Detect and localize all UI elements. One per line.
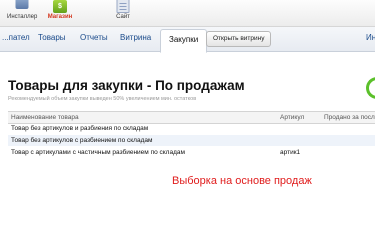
product-name[interactable]: Товар без артикулов и разбиения по склад… [11,125,148,132]
table-row[interactable]: Товар без артикулов с разбиением по скла… [8,135,375,146]
table-row[interactable]: Товар с артикулами с частичным разбиение… [8,147,375,158]
loading-indicator-icon [366,77,375,99]
annotation-text: Выборка на основе продаж [172,175,312,187]
product-name[interactable]: Товар без артикулов с разбиением по скла… [11,137,152,144]
tab-settings[interactable]: ...пател [2,33,30,42]
open-showcase-button[interactable]: Открыть витрину [206,31,272,47]
app-store[interactable]: $ Магазин [44,0,76,26]
app-store-label: Магазин [47,14,73,20]
site-icon [116,0,130,13]
tab-integration[interactable]: Инте [366,33,375,42]
product-name[interactable]: Товар с артикулами с частичным разбиение… [11,149,185,156]
tab-reports[interactable]: Отчеты [80,33,108,42]
store-icon: $ [53,0,67,13]
installer-icon [15,0,29,9]
nav-tabs: ...пател Товары Отчеты Витрина Закупки О… [0,27,375,53]
tab-showcase[interactable]: Витрина [120,33,151,42]
column-header-article[interactable]: Артикул [280,114,304,121]
tab-products[interactable]: Товары [38,33,66,42]
app-installer[interactable]: Инсталлер [7,0,37,26]
app-toolbar: Инсталлер $ Магазин Сайт [0,0,375,27]
app-installer-label: Инсталлер [7,14,38,20]
page-subtitle: Рекомендуемый объем закупки выведен 50% … [8,96,197,102]
app-site[interactable]: Сайт [108,0,138,26]
app-site-label: Сайт [116,14,130,20]
product-article: артик1 [280,148,301,156]
tab-purchases[interactable]: Закупки [160,29,208,53]
table-row[interactable]: Товар без артикулов и разбиения по склад… [8,123,375,134]
column-header-sold[interactable]: Продано за посл [324,114,375,121]
column-header-name[interactable]: Наименование товара [11,114,79,121]
page-title: Товары для закупки - По продажам [8,78,245,93]
